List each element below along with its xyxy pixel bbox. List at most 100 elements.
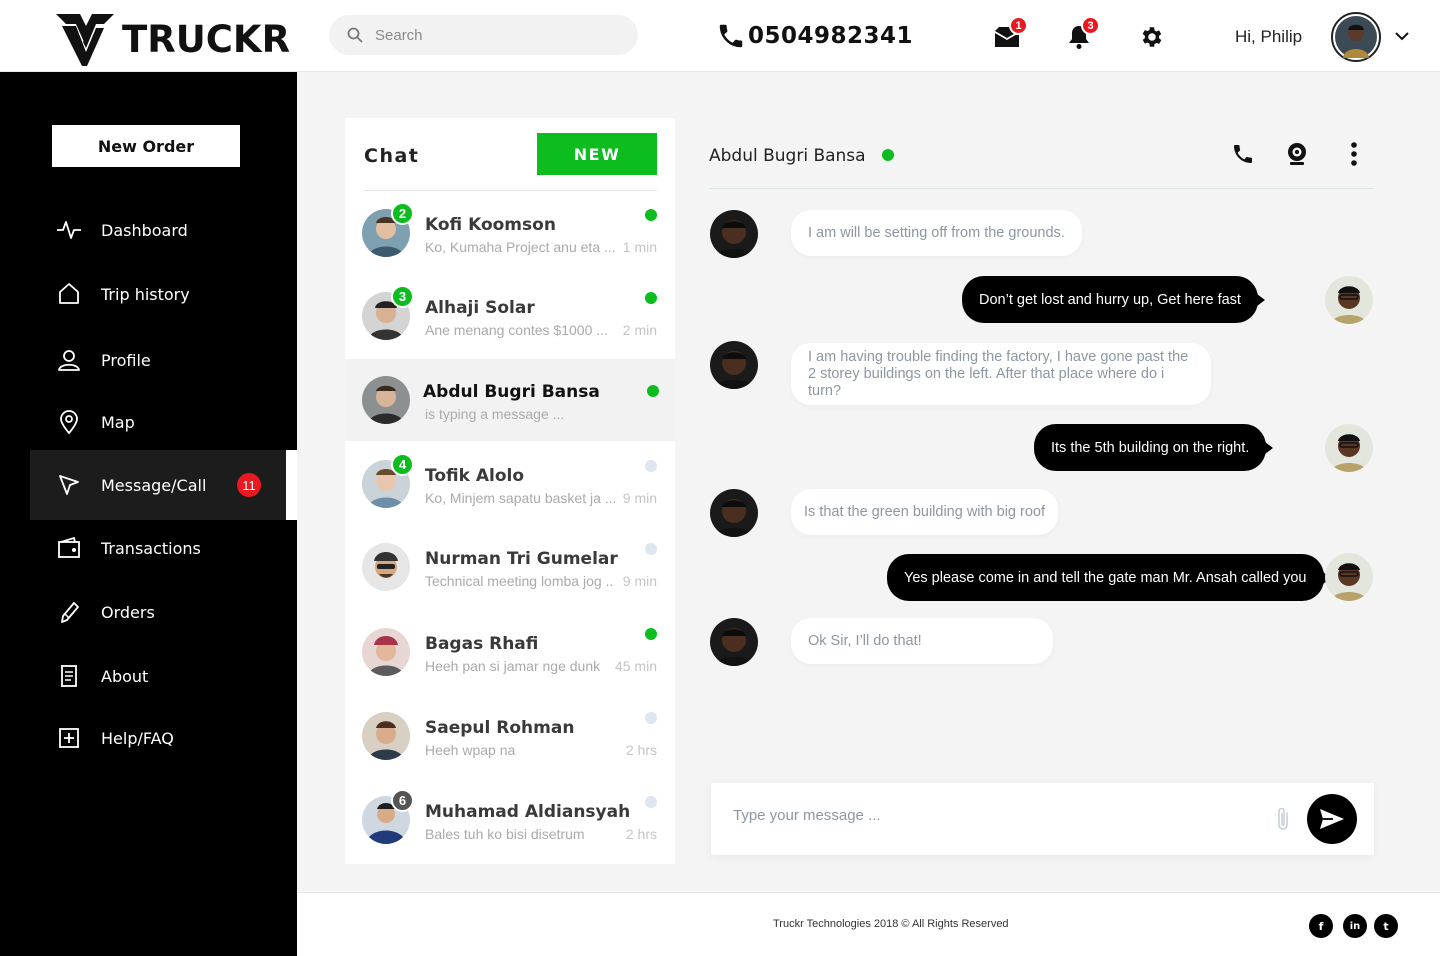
video-call-button[interactable] [1283,140,1311,168]
sender-avatar [710,341,758,389]
contact-name: Nurman Tri Gumelar [425,549,618,569]
online-status-dot [882,149,894,161]
nav-item-transactions[interactable]: Transactions [30,513,286,583]
wallet-icon [56,535,82,561]
nav-label: Dashboard [101,220,188,240]
inbox-badge: 1 [1009,16,1028,35]
search-icon [347,27,363,43]
contact-item[interactable]: 3 Alhaji Solar Ane menang contes $1000 .… [345,275,675,357]
message-time: 9 min [622,573,657,589]
outgoing-message: Don’t get lost and hurry up, Get here fa… [962,276,1265,323]
my-avatar [1325,276,1373,324]
truckr-logo-icon [56,14,114,66]
conversation-contact-name: Abdul Bugri Bansa [709,146,866,166]
search-bar[interactable] [329,15,638,55]
online-status-dot [645,209,657,221]
nav-label: Trip history [101,284,190,304]
nav-item-profile[interactable]: Profile [30,325,286,395]
activity-icon [56,217,82,243]
sender-avatar [710,618,758,666]
phone-icon [1234,145,1252,163]
support-phone[interactable]: 0504982341 [716,20,913,52]
user-greeting: Hi, Philip [1235,27,1303,46]
linkedin-icon[interactable]: in [1343,914,1367,938]
contact-avatar [362,543,410,591]
nav-item-orders[interactable]: Orders [30,577,286,647]
nav-item-help-faq[interactable]: Help/FAQ [30,703,286,773]
voice-call-button[interactable] [1229,140,1257,168]
message-preview: Heeh wpap na [425,742,516,758]
message-time: 2 hrs [625,742,657,758]
outgoing-message: Its the 5th building on the right. [1034,424,1274,471]
nav-item-dashboard[interactable]: Dashboard [30,195,286,265]
contact-item[interactable]: 2 Kofi Koomson Ko, Kumaha Project anu et… [345,192,675,274]
nav-label: Help/FAQ [101,728,174,748]
divider [364,190,657,191]
user-avatar[interactable] [1331,12,1381,62]
incoming-message: Is that the green building with big roof [791,489,1059,535]
offline-status-dot [645,460,657,472]
sender-avatar [710,489,758,537]
message-count-badge: 11 [237,473,261,497]
nav-item-map[interactable]: Map [30,387,286,457]
typing-indicator: is typing a message ... [425,406,565,422]
contact-item[interactable]: Bagas Rhafi Heeh pan si jamar nge dunk 4… [345,611,675,693]
search-input[interactable] [375,26,615,44]
contact-item-active[interactable]: Abdul Bugri Bansa is typing a message ..… [345,359,675,441]
nav-item-trip-history[interactable]: Trip history [30,259,286,329]
contact-name: Alhaji Solar [425,298,535,318]
phone-number: 0504982341 [748,23,914,49]
contact-name: Muhamad Aldiansyah [425,802,631,822]
paperclip-icon[interactable] [1275,805,1291,833]
contact-item[interactable]: Nurman Tri Gumelar Technical meeting lom… [345,526,675,608]
nav-item-about[interactable]: About [30,641,286,711]
unread-badge: 2 [391,202,414,225]
facebook-icon[interactable]: f [1309,914,1333,938]
more-options-button[interactable] [1340,140,1368,168]
twitter-icon[interactable]: t [1374,914,1398,938]
contact-avatar [362,376,410,424]
new-order-button[interactable]: New Order [52,125,240,167]
incoming-message: I am having trouble finding the factory,… [791,343,1211,405]
contact-avatar [362,712,410,760]
message-preview: Technical meeting lomba jog ... [425,573,615,589]
user-icon [56,347,82,373]
contact-item[interactable]: 6 Muhamad Aldiansyah Bales tuh ko bisi d… [345,779,675,861]
message-preview: Bales tuh ko bisi disetrum [425,826,585,842]
more-vertical-icon [1351,142,1357,166]
message-input[interactable] [733,807,1233,824]
contact-item[interactable]: Saepul Rohman Heeh wpap na 2 hrs [345,695,675,777]
linkedin-label: in [1349,920,1361,932]
copyright-text: Truckr Technologies 2018 © All Rights Re… [773,918,1009,930]
unread-badge: 6 [391,789,414,812]
brand-name: TRUCKR [122,17,291,61]
settings-button[interactable] [1137,22,1167,52]
nav-label: Message/Call [101,475,207,495]
offline-status-dot [645,712,657,724]
chevron-down-icon[interactable] [1394,30,1410,42]
message-preview: Ko, Minjem sapatu basket ja ... [425,490,615,506]
nav-label: Map [101,412,135,432]
contact-name: Bagas Rhafi [425,634,539,654]
nav-label: Orders [101,602,155,622]
send-button[interactable] [1307,794,1357,844]
nav-item-message-call[interactable]: Message/Call 11 [30,450,297,520]
inbox-button[interactable]: 1 [992,16,1028,52]
footer: Truckr Technologies 2018 © All Rights Re… [297,892,1440,956]
offline-status-dot [645,796,657,808]
contact-item[interactable]: 4 Tofik Alolo Ko, Minjem sapatu basket j… [345,443,675,525]
avatar-image [1335,16,1377,58]
sidebar: New Order Dashboard Trip history Profile… [0,72,297,956]
message-time: 45 min [614,658,657,674]
home-icon [56,281,82,307]
sender-avatar [710,210,758,258]
new-chat-button[interactable]: NEW [537,133,657,175]
message-time: 2 hrs [625,826,657,842]
brand-logo[interactable]: TRUCKR [56,12,290,66]
contact-name: Tofik Alolo [425,466,525,486]
online-status-dot [645,292,657,304]
notifications-badge: 3 [1081,16,1100,35]
incoming-message: Ok Sir, I’ll do that! [791,618,1053,664]
document-icon [56,663,82,689]
notifications-button[interactable]: 3 [1064,16,1100,52]
